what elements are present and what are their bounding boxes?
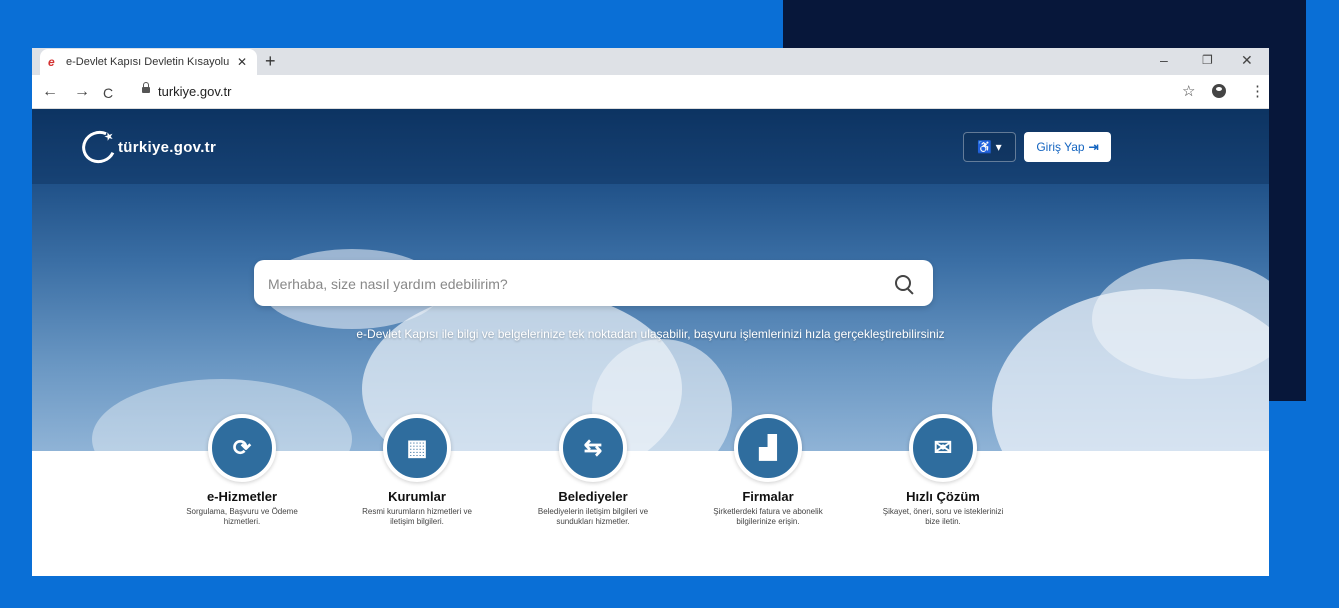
- browser-tab[interactable]: e e-Devlet Kapısı Devletin Kısayolu ✕: [40, 49, 257, 75]
- browser-toolbar: ← → C turkiye.gov.tr ☆ ⋮: [32, 75, 1269, 109]
- logo-text: türkiye.gov.tr: [118, 138, 217, 156]
- building-icon[interactable]: ▦: [383, 414, 451, 482]
- service-description: Belediyelerin iletişim bilgileri ve sund…: [537, 507, 649, 526]
- service-e-hizmetler[interactable]: ⟳ e-Hizmetler Sorgulama, Başvuru ve Ödem…: [167, 414, 317, 527]
- tab-title: e-Devlet Kapısı Devletin Kısayolu: [66, 56, 230, 68]
- service-title[interactable]: Belediyeler: [518, 489, 668, 504]
- login-arrow-icon: ⇥: [1088, 140, 1099, 154]
- search-box: [254, 260, 933, 308]
- factory-icon[interactable]: ▟: [734, 414, 802, 482]
- search-input[interactable]: [266, 260, 870, 308]
- hero-tagline: e-Devlet Kapısı ile bilgi ve belgelerini…: [356, 327, 945, 341]
- close-window-button[interactable]: ✕: [1241, 52, 1253, 68]
- service-title[interactable]: e-Hizmetler: [167, 489, 317, 504]
- tab-close-icon[interactable]: ✕: [235, 55, 249, 69]
- service-description: Şirketlerdeki fatura ve abonelik bilgile…: [713, 507, 823, 526]
- service-hizli-cozum[interactable]: ✉ Hızlı Çözüm Şikayet, öneri, soru ve is…: [868, 414, 1018, 527]
- forward-button[interactable]: →: [74, 83, 90, 101]
- tab-strip: e e-Devlet Kapısı Devletin Kısayolu ✕ + …: [32, 48, 1269, 75]
- services-section: ⟳ e-Hizmetler Sorgulama, Başvuru ve Ödem…: [32, 414, 1269, 576]
- browser-menu-icon[interactable]: ⋮: [1250, 83, 1265, 101]
- restore-button[interactable]: ❐: [1202, 52, 1213, 68]
- search-icon[interactable]: [895, 275, 911, 291]
- refresh-icon[interactable]: ⟳: [208, 414, 276, 482]
- bookmark-star-icon[interactable]: ☆: [1182, 83, 1195, 101]
- service-title[interactable]: Firmalar: [693, 489, 843, 504]
- service-title[interactable]: Kurumlar: [342, 489, 492, 504]
- logo-star-icon: ★: [102, 129, 116, 145]
- new-tab-button[interactable]: +: [265, 51, 276, 71]
- logo-mark-icon: ★: [77, 126, 121, 168]
- reload-button[interactable]: C: [103, 84, 113, 102]
- address-bar[interactable]: turkiye.gov.tr: [158, 84, 231, 99]
- browser-window: e e-Devlet Kapısı Devletin Kısayolu ✕ + …: [32, 48, 1269, 576]
- service-kurumlar[interactable]: ▦ Kurumlar Resmi kurumların hizmetleri v…: [342, 414, 492, 527]
- service-description: Sorgulama, Başvuru ve Ödeme hizmetleri.: [186, 507, 298, 526]
- service-description: Resmi kurumların hizmetleri ve iletişim …: [362, 507, 472, 526]
- minimize-button[interactable]: –: [1160, 52, 1168, 68]
- service-firmalar[interactable]: ▟ Firmalar Şirketlerdeki fatura ve abone…: [693, 414, 843, 527]
- service-belediyeler[interactable]: ⇆ Belediyeler Belediyelerin iletişim bil…: [518, 414, 668, 527]
- service-title[interactable]: Hızlı Çözüm: [868, 489, 1018, 504]
- profile-avatar-icon[interactable]: [1212, 84, 1226, 98]
- login-label: Giriş Yap: [1036, 140, 1085, 154]
- back-button[interactable]: ←: [42, 83, 58, 101]
- favicon-icon: e: [48, 55, 55, 69]
- service-description: Şikayet, öneri, soru ve isteklerinizi bi…: [882, 507, 1004, 526]
- accessibility-button[interactable]: ♿ ▾: [963, 132, 1016, 162]
- signpost-icon[interactable]: ⇆: [559, 414, 627, 482]
- lock-icon: [142, 82, 150, 93]
- login-button[interactable]: Giriş Yap ⇥: [1024, 132, 1111, 162]
- chat-icon[interactable]: ✉: [909, 414, 977, 482]
- hero-section: ★ türkiye.gov.tr ♿ ▾ Giriş Yap ⇥ e-Devle…: [32, 109, 1269, 451]
- site-logo[interactable]: ★ türkiye.gov.tr: [77, 126, 217, 168]
